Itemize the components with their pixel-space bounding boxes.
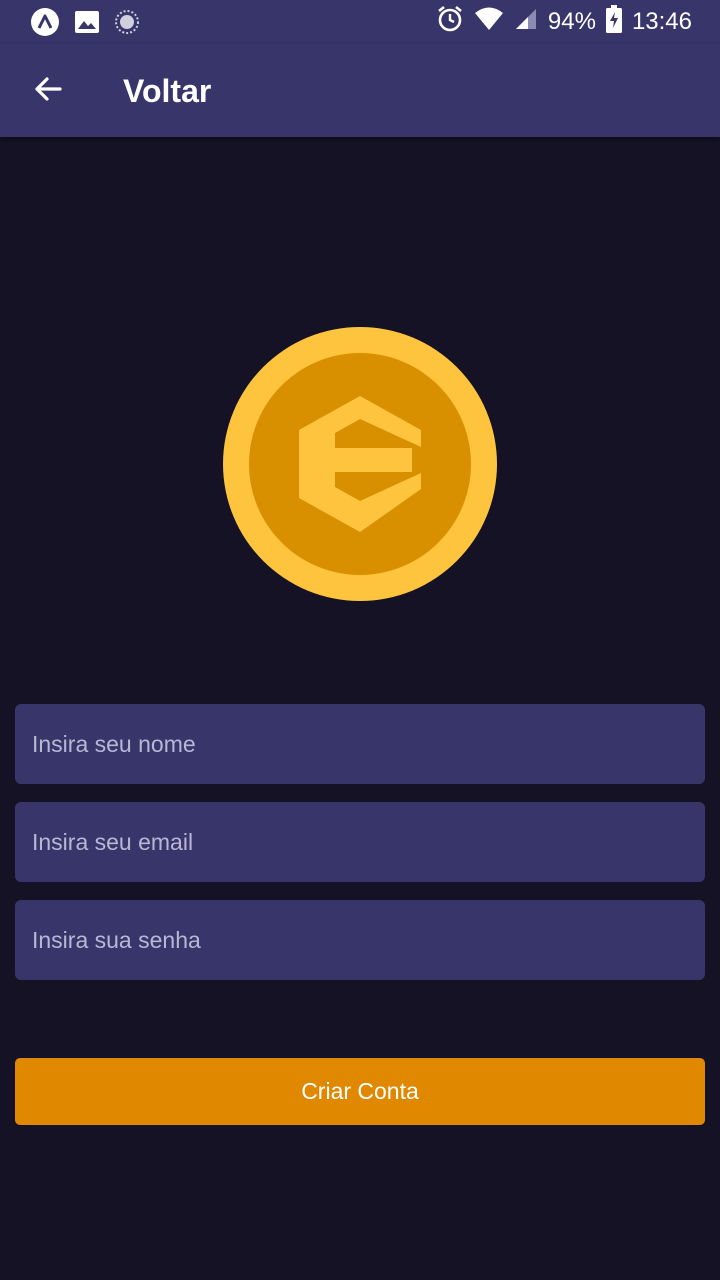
image-icon <box>74 9 100 40</box>
battery-charging-icon <box>605 4 622 40</box>
status-right-icons: 94% 13:46 <box>436 0 692 44</box>
email-input[interactable] <box>15 802 705 882</box>
signal-icon <box>514 7 538 38</box>
create-account-button[interactable]: Criar Conta <box>15 1058 705 1125</box>
wifi-icon <box>474 6 504 39</box>
password-input[interactable] <box>15 900 705 980</box>
app-a-icon <box>30 7 60 42</box>
name-input[interactable] <box>15 704 705 784</box>
battery-percent: 94% <box>547 8 596 35</box>
status-left-icons <box>30 7 140 42</box>
sync-icon <box>114 9 140 40</box>
app-bar: Voltar <box>0 44 720 137</box>
back-button[interactable] <box>20 66 76 116</box>
alarm-icon <box>436 5 464 40</box>
page-title: Voltar <box>123 73 212 109</box>
status-bar: 94% 13:46 <box>0 0 720 44</box>
arrow-left-icon <box>32 73 64 110</box>
clock: 13:46 <box>631 8 692 35</box>
coin-e-logo <box>222 326 498 602</box>
